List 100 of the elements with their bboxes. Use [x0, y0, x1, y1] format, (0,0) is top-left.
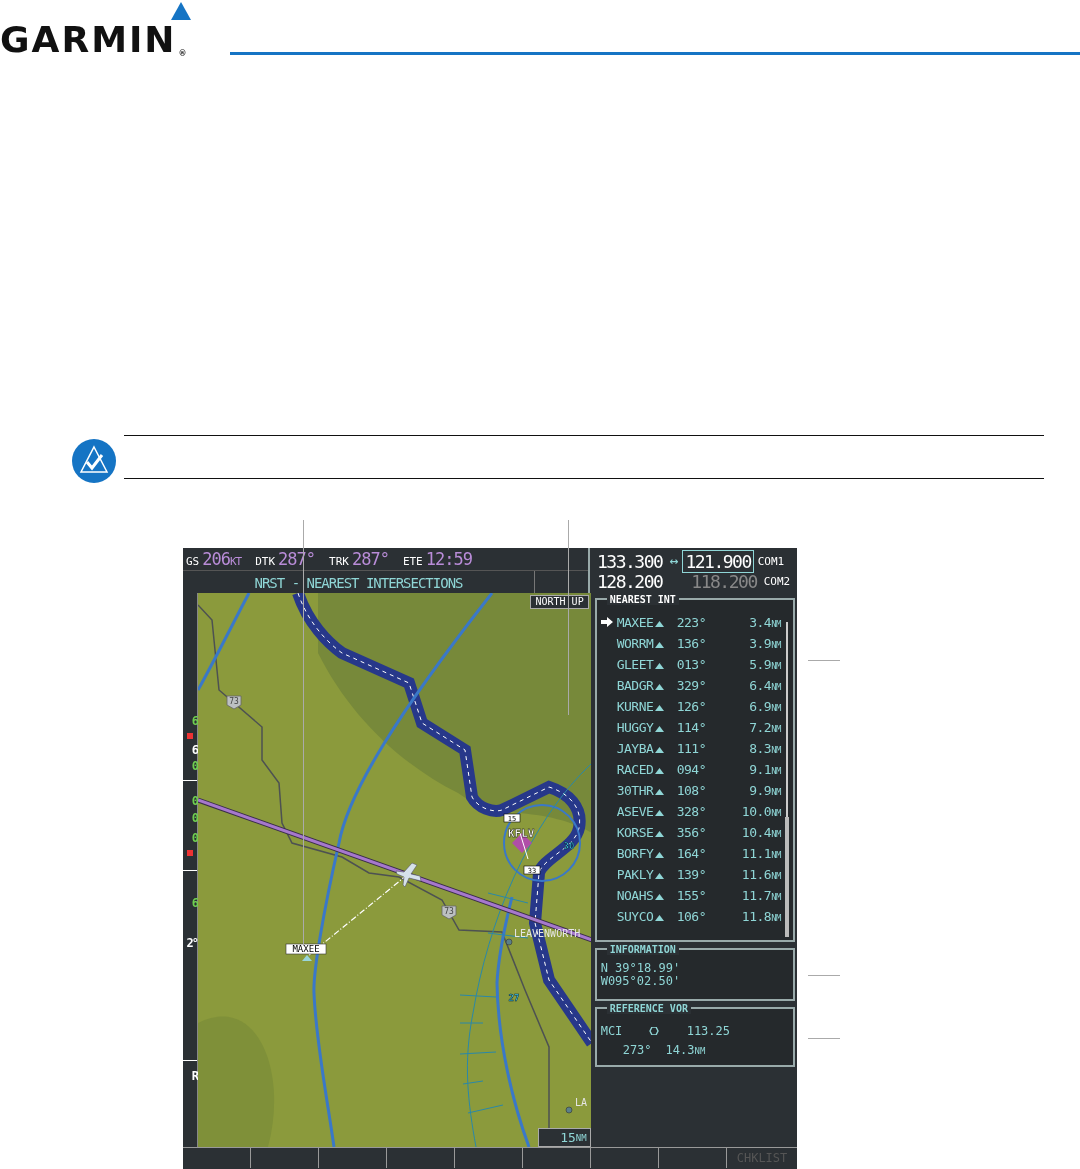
intersection-name[interactable]: ASEVE — [616, 804, 655, 819]
intersection-name[interactable]: SUYCO — [616, 909, 655, 924]
com-label: COM1 — [757, 554, 785, 568]
intersection-name[interactable]: GLEET — [616, 657, 655, 672]
bearing-pointer-icon — [654, 915, 664, 921]
bearing-pointer-icon — [654, 810, 664, 816]
vor-frequency: 113.25 — [686, 1023, 730, 1038]
intersection-name[interactable]: MAXEE — [616, 615, 655, 630]
bearing-value: 111° — [676, 741, 707, 756]
note-check-icon — [72, 439, 116, 483]
distance-value: 11.7NM — [740, 888, 781, 903]
bearing-value: 094° — [676, 762, 707, 777]
bearing-pointer-icon — [654, 852, 664, 858]
swap-arrow: ↔ — [669, 552, 679, 570]
panel-title: REFERENCE VOR — [606, 1003, 691, 1014]
intersection-name[interactable]: PAKLY — [616, 867, 655, 882]
bearing-pointer-icon — [654, 747, 664, 753]
nav-field-value: 12:59 — [425, 549, 472, 569]
cut-off-reading: 0 — [191, 795, 197, 808]
bearing-pointer-icon — [654, 642, 664, 648]
cut-off-reading: 2° — [186, 937, 197, 950]
airspace-altitude-label: 27 — [508, 993, 520, 1003]
registered-mark: ® — [178, 50, 189, 58]
distance-value: 8.3NM — [748, 741, 781, 756]
intersection-name[interactable]: BORFY — [616, 846, 655, 861]
town-dot — [565, 1106, 573, 1114]
intersection-name[interactable]: BADGR — [616, 678, 655, 693]
logo-wordmark: GARMIN — [0, 22, 177, 58]
map-orientation-label: NORTH UP — [530, 595, 589, 609]
scroll-bar[interactable] — [785, 622, 789, 937]
bearing-value: 329° — [676, 678, 707, 693]
bearing-value: 223° — [676, 615, 707, 630]
vor-distance: 14.3NM — [665, 1042, 706, 1057]
standby-frequency[interactable]: 121.900 — [682, 549, 754, 573]
distance-value: 10.0NM — [740, 804, 781, 819]
intersection-name[interactable]: 30THR — [616, 783, 655, 798]
cut-off-reading: 6 — [191, 897, 197, 910]
highway-shield: 73 — [226, 695, 242, 710]
waypoint-label: MAXEE — [285, 943, 327, 955]
distance-value: 5.9NM — [748, 657, 781, 672]
intersection-name[interactable]: KURNE — [616, 699, 655, 714]
intersection-name[interactable]: KORSE — [616, 825, 655, 840]
distance-value: 11.1NM — [740, 846, 781, 861]
leader-line — [808, 975, 840, 976]
intersection-name[interactable]: RACED — [616, 762, 655, 777]
latitude: N 39°18.99' — [600, 962, 682, 975]
distance-value: 6.4NM — [748, 678, 781, 693]
vor-bearing: 273° — [622, 1042, 652, 1057]
cut-off-reading: 6 — [191, 715, 197, 728]
distance-value: 6.9NM — [748, 699, 781, 714]
distance-value: 3.9NM — [748, 636, 781, 651]
bearing-pointer-icon — [654, 705, 664, 711]
bearing-value: 013° — [676, 657, 707, 672]
bearing-value: 106° — [676, 909, 707, 924]
distance-value: 11.8NM — [740, 909, 781, 924]
distance-value: 3.4NM — [748, 615, 781, 630]
map-range: 15NM — [537, 1128, 591, 1147]
nav-field-label: ETE — [402, 555, 423, 568]
bearing-pointer-icon — [654, 894, 664, 900]
airport-label: KFLV — [507, 827, 535, 840]
indicator-mark — [187, 850, 193, 856]
distance-value: 9.9NM — [748, 783, 781, 798]
distance-value: 11.6NM — [740, 867, 781, 882]
nav-field-label: GS — [186, 555, 200, 568]
leader-line — [808, 660, 840, 661]
bearing-pointer-icon — [654, 663, 664, 669]
distance-value: 10.4NM — [740, 825, 781, 840]
nav-field-label: TRK — [329, 555, 349, 568]
town-label: LA — [574, 1097, 587, 1108]
cut-off-reading: 0 — [191, 832, 197, 845]
bearing-value: 155° — [676, 888, 707, 903]
intersection-name[interactable]: HUGGY — [616, 720, 655, 735]
bearing-pointer-icon — [654, 684, 664, 690]
distance-value: 9.1NM — [748, 762, 781, 777]
leader-line — [808, 1038, 840, 1039]
longitude: W095°02.50' — [600, 975, 682, 988]
indicator-mark — [187, 733, 193, 739]
intersection-name[interactable]: NOAHS — [616, 888, 655, 903]
bearing-pointer-icon — [654, 768, 664, 774]
bearing-pointer-icon — [654, 831, 664, 837]
com-label: COM2 — [763, 574, 791, 588]
bearing-value: 164° — [676, 846, 707, 861]
aircraft-icon — [395, 862, 422, 888]
cut-off-reading: 0 — [191, 812, 197, 825]
vor-symbol-icon — [648, 1026, 659, 1035]
panel-title: INFORMATION — [606, 944, 679, 955]
distance-value: 7.2NM — [748, 720, 781, 735]
bearing-value: 328° — [676, 804, 707, 819]
panel-title: NEAREST INT — [606, 594, 679, 605]
town-dot — [505, 938, 513, 946]
airspace-altitude-label: 30 — [563, 841, 575, 851]
bearing-value: 126° — [676, 699, 707, 714]
triangle-icon — [171, 2, 191, 20]
vor-ident: MCI — [600, 1023, 624, 1038]
intersection-name[interactable]: JAYBA — [616, 741, 655, 756]
intersection-name[interactable]: WORRM — [616, 636, 655, 651]
nav-field-value: 287° — [351, 549, 389, 569]
cut-off-reading: R — [191, 1070, 197, 1083]
cut-off-reading: 6 — [191, 744, 197, 757]
nav-field-value: 206KT — [202, 549, 242, 569]
